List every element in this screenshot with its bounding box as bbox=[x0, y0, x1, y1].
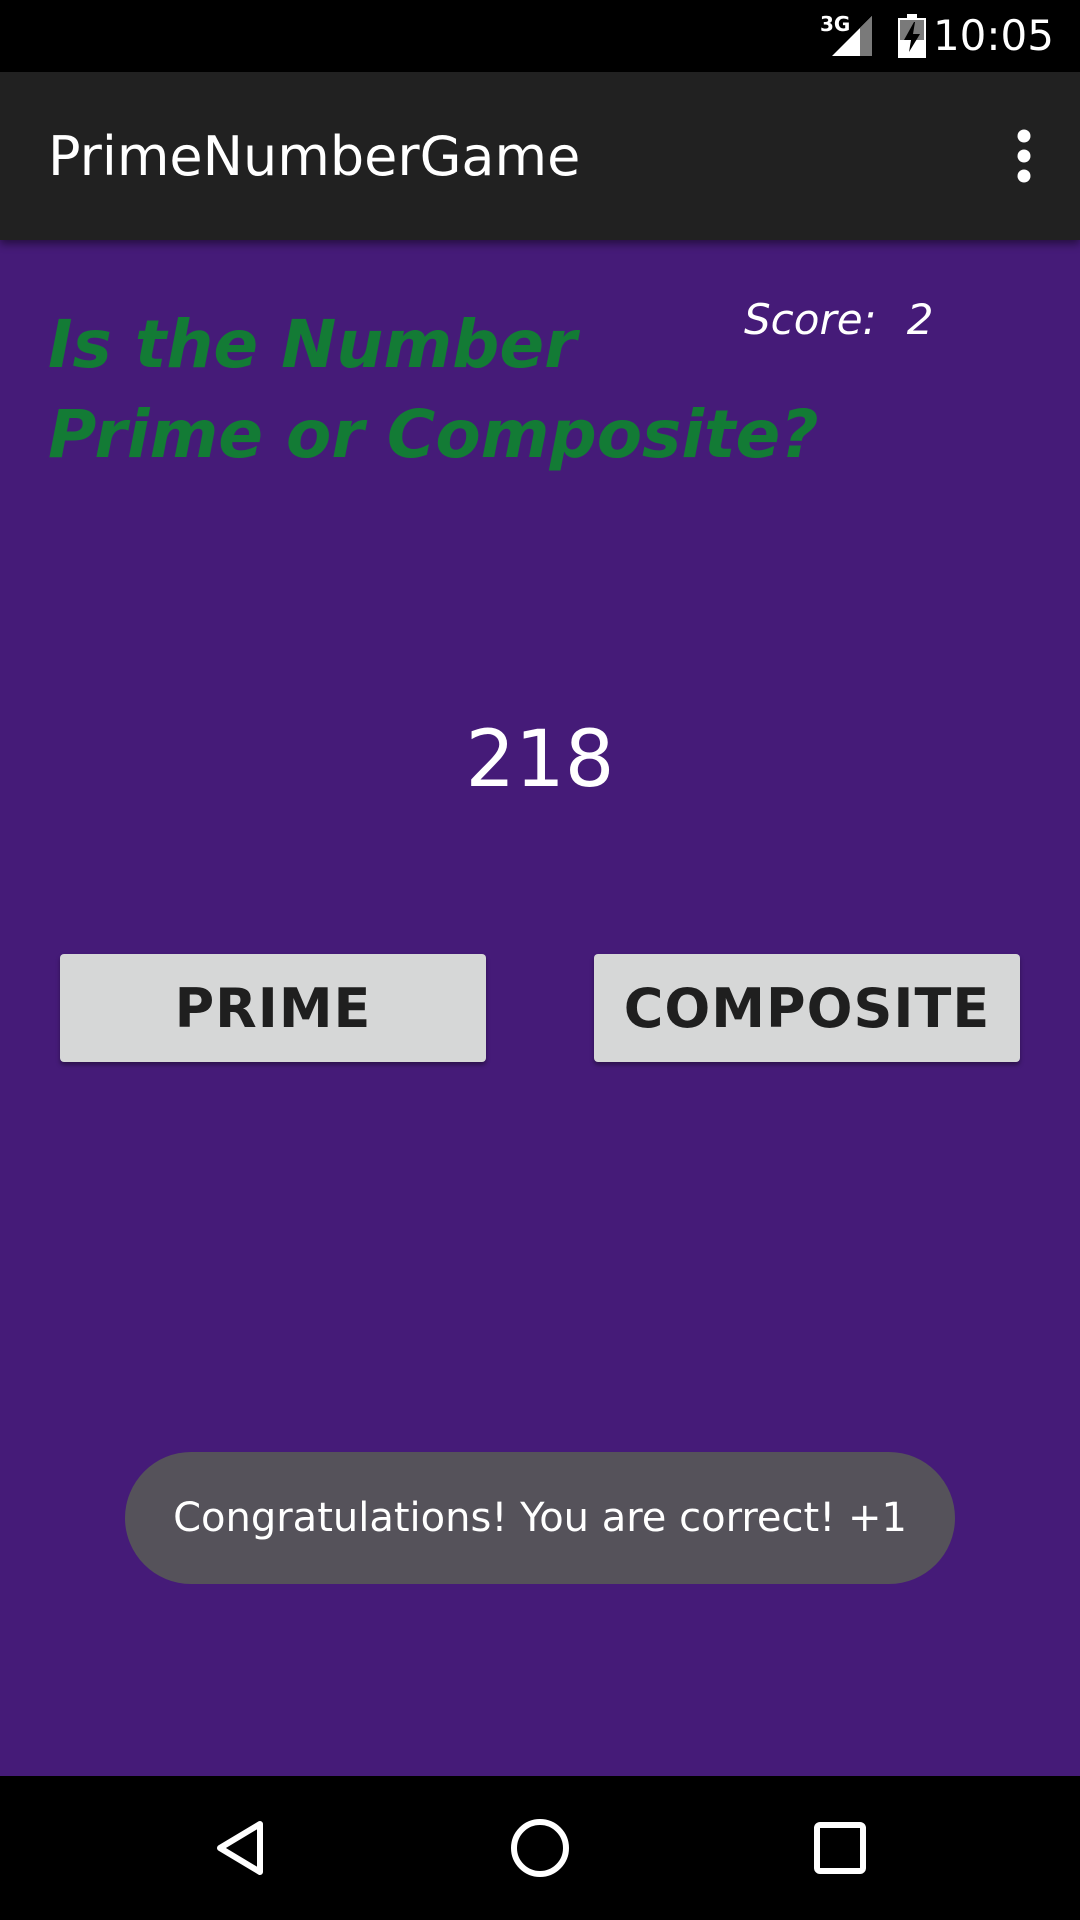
home-circle-icon bbox=[511, 1819, 569, 1877]
toast-message: Congratulations! You are correct! +1 bbox=[125, 1452, 955, 1584]
question-heading: Is the Number Prime or Composite? bbox=[48, 300, 819, 480]
screen: 3G 10:05 PrimeNumberGame Is the Number P… bbox=[0, 0, 1080, 1920]
overflow-menu-button[interactable] bbox=[988, 116, 1060, 196]
app-bar: PrimeNumberGame bbox=[0, 72, 1080, 240]
composite-button[interactable]: COMPOSITE bbox=[594, 954, 1020, 1062]
recents-button[interactable] bbox=[790, 1798, 890, 1898]
back-triangle-icon bbox=[217, 1821, 263, 1875]
question-line-1: Is the Number bbox=[48, 306, 577, 383]
more-vert-icon bbox=[1017, 129, 1031, 183]
prime-button[interactable]: PRIME bbox=[60, 954, 486, 1062]
home-button[interactable] bbox=[490, 1798, 590, 1898]
back-button[interactable] bbox=[190, 1798, 290, 1898]
battery-charging-icon bbox=[898, 14, 926, 58]
question-line-2: Prime or Composite? bbox=[48, 396, 819, 473]
navigation-bar bbox=[0, 1776, 1080, 1920]
signal-icon bbox=[832, 16, 872, 56]
current-number: 218 bbox=[465, 715, 615, 805]
recents-square-icon bbox=[814, 1822, 866, 1874]
score-value: 2 bbox=[906, 295, 934, 344]
game-content: Is the Number Prime or Composite? Score:… bbox=[0, 240, 1080, 1776]
score-display: Score: 2 bbox=[744, 290, 933, 350]
status-bar: 3G 10:05 bbox=[0, 0, 1080, 72]
status-clock: 10:05 bbox=[932, 11, 1054, 60]
app-title: PrimeNumberGame bbox=[48, 125, 581, 188]
score-label: Score: bbox=[744, 295, 877, 344]
